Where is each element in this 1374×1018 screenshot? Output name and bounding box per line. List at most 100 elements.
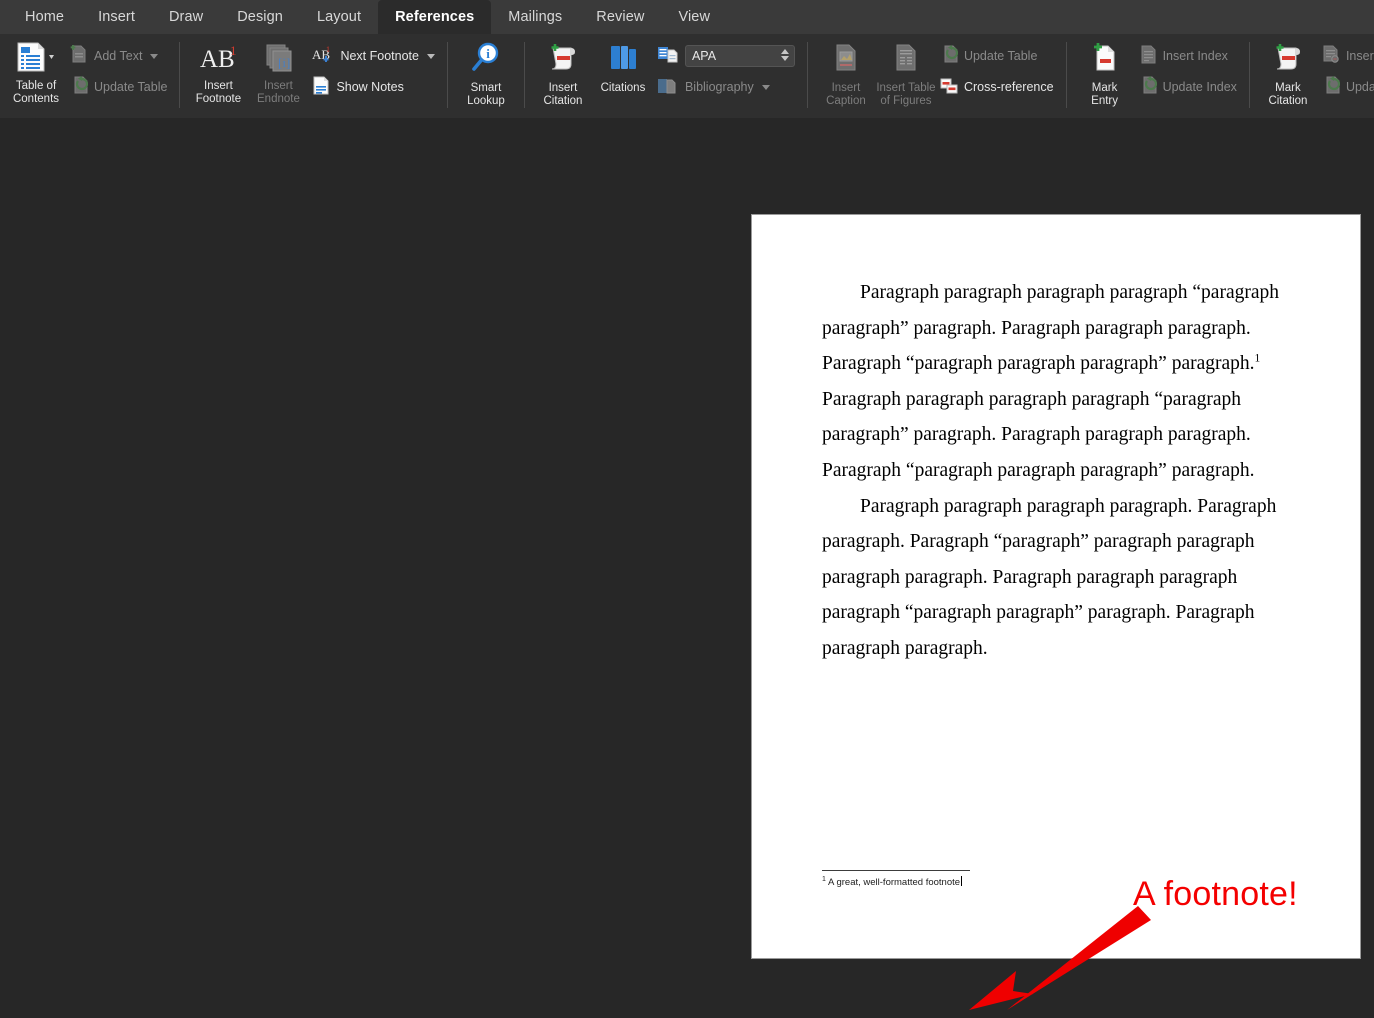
mark-entry-button[interactable]: Mark Entry	[1075, 38, 1135, 107]
update-table-figures-label: Update Table	[964, 49, 1037, 63]
bibliography-style-select[interactable]: APA	[685, 45, 795, 67]
ribbon-group-captions: Insert Caption Insert Table of Figures	[810, 34, 1064, 118]
table-of-contents-button[interactable]: Table of Contents	[6, 38, 66, 105]
mark-entry-label: Mark Entry	[1091, 82, 1118, 107]
insert-caption-label: Insert Caption	[826, 82, 866, 107]
paragraph-2[interactable]: Paragraph paragraph paragraph paragraph.…	[822, 489, 1292, 667]
insert-caption-icon	[829, 42, 863, 79]
insert-index-button[interactable]: Insert Index	[1135, 43, 1241, 69]
mark-citation-button[interactable]: Mark Citation	[1258, 38, 1318, 107]
captions-small-commands: Update Table Cross-reference	[936, 38, 1058, 100]
citations-button[interactable]: Citations	[593, 38, 653, 95]
tab-view[interactable]: View	[661, 0, 727, 34]
ribbon-tab-bar: Home Insert Draw Design Layout Reference…	[0, 0, 1374, 34]
tab-mailings[interactable]: Mailings	[491, 0, 579, 34]
insert-table-of-figures-label: Insert Table of Figures	[876, 82, 935, 107]
refresh-icon	[1322, 75, 1340, 100]
citations-icon	[605, 42, 641, 79]
svg-text:1: 1	[230, 43, 237, 58]
refresh-icon	[70, 75, 88, 100]
refresh-icon	[1139, 75, 1157, 100]
insert-table-of-authorities-button[interactable]: Insert Table of Authorities	[1318, 43, 1374, 69]
add-text-icon	[70, 44, 88, 69]
annotation-arrow-icon	[955, 898, 1155, 1018]
svg-text:1: 1	[326, 45, 330, 54]
index-small-commands: Insert Index Update Index	[1135, 38, 1241, 100]
citations-label: Citations	[601, 82, 646, 95]
tab-insert[interactable]: Insert	[81, 0, 152, 34]
next-footnote-icon: AB 1	[312, 44, 334, 69]
group-divider	[807, 42, 808, 108]
cross-reference-button[interactable]: Cross-reference	[936, 74, 1058, 100]
chevron-down-icon	[762, 85, 770, 90]
cross-reference-icon	[940, 75, 958, 100]
footnote-entry[interactable]: 1 A great, well-formatted footnote	[822, 876, 1122, 888]
paragraph-1-text-b: Paragraph paragraph paragraph paragraph …	[822, 389, 1255, 481]
update-table-authorities-label: Update Table	[1346, 80, 1374, 94]
ribbon: Table of Contents Add Text	[0, 34, 1374, 118]
document-canvas[interactable]: Paragraph paragraph paragraph paragraph …	[0, 118, 1374, 973]
add-text-button[interactable]: Add Text	[66, 43, 171, 69]
smart-lookup-icon: i	[469, 42, 503, 79]
bibliography-style-value: APA	[692, 49, 716, 63]
insert-index-icon	[1139, 44, 1157, 69]
insert-citation-icon	[545, 42, 581, 79]
insert-table-of-authorities-icon	[1322, 44, 1340, 69]
show-notes-label: Show Notes	[336, 80, 403, 94]
tab-draw[interactable]: Draw	[152, 0, 220, 34]
tab-home[interactable]: Home	[8, 0, 81, 34]
ribbon-group-index: Mark Entry Insert Index	[1069, 34, 1247, 118]
bibliography-button[interactable]: Bibliography	[653, 74, 799, 100]
group-divider	[447, 42, 448, 108]
update-table-toc-button[interactable]: Update Table	[66, 74, 171, 100]
smart-lookup-label: Smart Lookup	[467, 82, 505, 107]
paragraph-1-text-a: Paragraph paragraph paragraph paragraph …	[822, 282, 1279, 374]
document-body[interactable]: Paragraph paragraph paragraph paragraph …	[822, 275, 1292, 667]
show-notes-button[interactable]: Show Notes	[308, 74, 439, 100]
insert-endnote-button[interactable]: [i] Insert Endnote	[248, 38, 308, 105]
ribbon-group-research: i Smart Lookup	[450, 34, 522, 118]
group-divider	[179, 42, 180, 108]
toc-small-commands: Add Text Update Table	[66, 38, 171, 100]
tab-layout[interactable]: Layout	[300, 0, 378, 34]
ribbon-group-table-of-authorities: Mark Citation Insert Table of Authoritie…	[1252, 34, 1374, 118]
tab-review[interactable]: Review	[579, 0, 661, 34]
update-index-button[interactable]: Update Index	[1135, 74, 1241, 100]
update-table-authorities-button[interactable]: Update Table	[1318, 74, 1374, 100]
table-of-contents-label: Table of Contents	[13, 80, 59, 105]
footnote-separator	[822, 870, 970, 871]
table-of-contents-icon	[16, 42, 56, 77]
update-table-figures-button[interactable]: Update Table	[936, 43, 1058, 69]
smart-lookup-button[interactable]: i Smart Lookup	[456, 38, 516, 107]
insert-endnote-icon: [i]	[260, 42, 296, 77]
refresh-icon	[940, 44, 958, 69]
insert-endnote-label: Insert Endnote	[257, 80, 300, 105]
bibliography-icon	[657, 75, 679, 100]
insert-caption-button[interactable]: Insert Caption	[816, 38, 876, 107]
ribbon-group-table-of-contents: Table of Contents Add Text	[0, 34, 177, 118]
citations-small-commands: APA Bibliography	[653, 38, 799, 100]
insert-footnote-icon: AB 1	[196, 42, 240, 77]
chevron-down-icon	[427, 54, 435, 59]
chevron-down-icon	[49, 55, 54, 59]
next-footnote-button[interactable]: AB 1 Next Footnote	[308, 43, 439, 69]
insert-table-of-authorities-label: Insert Table of Authorities	[1346, 49, 1374, 63]
footnote-text: A great, well-formatted footnote	[826, 877, 960, 888]
paragraph-1[interactable]: Paragraph paragraph paragraph paragraph …	[822, 275, 1292, 489]
stepper-icon[interactable]	[781, 49, 789, 61]
footnote-reference-mark[interactable]: 1	[1255, 353, 1261, 365]
authorities-small-commands: Insert Table of Authorities Update Table	[1318, 38, 1374, 100]
cross-reference-label: Cross-reference	[964, 80, 1054, 94]
insert-footnote-label: Insert Footnote	[196, 80, 241, 105]
document-page[interactable]: Paragraph paragraph paragraph paragraph …	[752, 215, 1360, 958]
insert-table-of-figures-icon	[889, 42, 923, 79]
show-notes-icon	[312, 75, 330, 100]
ribbon-group-footnotes: AB 1 Insert Footnote [i] Insert Endnote	[182, 34, 445, 118]
insert-citation-button[interactable]: Insert Citation	[533, 38, 593, 107]
insert-table-of-figures-button[interactable]: Insert Table of Figures	[876, 38, 936, 107]
tab-design[interactable]: Design	[220, 0, 300, 34]
tab-references[interactable]: References	[378, 0, 491, 34]
insert-citation-label: Insert Citation	[543, 82, 582, 107]
bibliography-label: Bibliography	[685, 80, 754, 94]
insert-footnote-button[interactable]: AB 1 Insert Footnote	[188, 38, 248, 105]
